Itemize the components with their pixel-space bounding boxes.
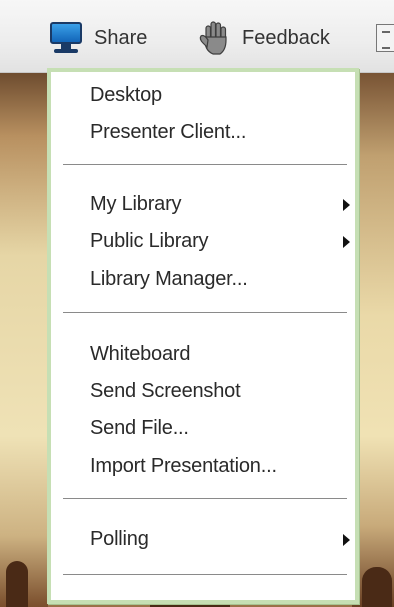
menu-item-import-presentation[interactable]: Import Presentation... — [90, 451, 350, 481]
menu-separator — [63, 312, 347, 313]
menu-separator — [63, 574, 347, 575]
feedback-button[interactable]: Feedback — [198, 18, 330, 58]
menu-separator — [63, 164, 347, 165]
share-button[interactable]: Share — [50, 18, 147, 58]
menu-item-presenter-client[interactable]: Presenter Client... — [90, 117, 350, 147]
menu-item-desktop[interactable]: Desktop — [90, 80, 350, 110]
background-chair-right — [362, 567, 392, 607]
submenu-arrow-icon — [343, 236, 350, 248]
toolbar-overflow-icon[interactable] — [376, 24, 394, 52]
share-dropdown-menu: Desktop Presenter Client... My Library P… — [47, 68, 359, 604]
submenu-arrow-icon — [343, 534, 350, 546]
background-wall-left — [0, 56, 48, 607]
top-toolbar: Share Feedback — [0, 0, 394, 73]
menu-item-whiteboard[interactable]: Whiteboard — [90, 339, 350, 369]
menu-item-polling[interactable]: Polling — [90, 524, 350, 554]
menu-item-send-screenshot[interactable]: Send Screenshot — [90, 376, 350, 406]
background-chair-left — [6, 561, 28, 607]
submenu-arrow-icon — [343, 199, 350, 211]
hand-icon — [199, 21, 227, 55]
menu-item-library-manager[interactable]: Library Manager... — [90, 264, 350, 294]
feedback-label: Feedback — [242, 26, 330, 49]
menu-separator — [63, 498, 347, 499]
share-label: Share — [94, 26, 148, 49]
menu-item-send-file[interactable]: Send File... — [90, 413, 350, 443]
menu-item-public-library[interactable]: Public Library — [90, 226, 350, 256]
monitor-icon — [50, 22, 84, 54]
menu-item-my-library[interactable]: My Library — [90, 189, 350, 219]
